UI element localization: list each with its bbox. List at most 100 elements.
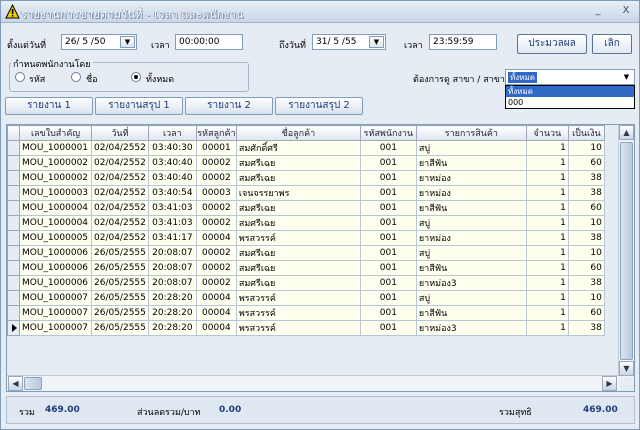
row-indicator[interactable] (7, 320, 20, 336)
table-row[interactable]: MOU_1000004 02/04/2552 03:41:03 00002 สมศรีเ… (7, 215, 605, 231)
table-cell[interactable]: 001 (359, 185, 417, 201)
table-cell[interactable]: 1 (525, 140, 569, 156)
table-cell[interactable]: 00004 (195, 290, 237, 306)
calendar-dropdown-icon[interactable]: ▼ (120, 36, 135, 48)
table-cell[interactable]: 1 (525, 320, 569, 336)
table-cell[interactable]: สมศรีเฉย (235, 200, 361, 216)
table-cell[interactable]: 1 (525, 290, 569, 306)
column-header[interactable]: รายการสินค้า (415, 125, 527, 141)
table-cell[interactable]: ยาหม่อง3 (415, 320, 527, 336)
horizontal-scrollbar[interactable]: ◀ ▶ (7, 375, 619, 391)
table-cell[interactable]: ยาหม่อง (415, 170, 527, 186)
table-cell[interactable]: 1 (525, 215, 569, 231)
table-cell[interactable]: 02/04/2552 (91, 170, 149, 186)
table-cell[interactable]: สมศรีเฉย (235, 155, 361, 171)
row-indicator[interactable] (7, 185, 20, 201)
table-cell[interactable]: 10 (567, 290, 605, 306)
table-cell[interactable]: MOU_1000006 (19, 260, 92, 276)
table-cell[interactable]: 1 (525, 185, 569, 201)
table-cell[interactable]: 001 (359, 305, 417, 321)
table-cell[interactable]: พรสวรรค์ (235, 230, 361, 246)
table-cell[interactable]: MOU_1000003 (19, 185, 92, 201)
table-cell[interactable]: 02/04/2552 (91, 200, 149, 216)
table-cell[interactable]: MOU_1000006 (19, 275, 92, 291)
table-cell[interactable]: 00003 (195, 185, 237, 201)
table-cell[interactable]: 20:28:20 (147, 305, 197, 321)
scroll-up-icon[interactable]: ▲ (619, 125, 634, 140)
table-cell[interactable]: สมศรีเฉย (235, 245, 361, 261)
table-cell[interactable]: 02/04/2552 (91, 140, 149, 156)
table-cell[interactable]: ยาสีฟัน (415, 200, 527, 216)
table-cell[interactable]: MOU_1000002 (19, 170, 92, 186)
table-cell[interactable]: 001 (359, 170, 417, 186)
table-cell[interactable]: 001 (359, 290, 417, 306)
row-indicator[interactable] (7, 140, 20, 156)
table-row[interactable]: MOU_1000005 02/04/2552 03:41:17 00004 พรสวรร… (7, 230, 605, 246)
close-icon[interactable]: X (619, 5, 633, 18)
table-cell[interactable]: สบู่ (415, 290, 527, 306)
row-indicator[interactable] (7, 230, 20, 246)
process-button[interactable]: ประมวลผล (517, 34, 587, 54)
table-cell[interactable]: ยาหม่อง (415, 185, 527, 201)
table-cell[interactable]: 26/05/2555 (91, 275, 149, 291)
row-indicator[interactable] (7, 170, 20, 186)
table-cell[interactable]: 38 (567, 170, 605, 186)
row-indicator[interactable] (7, 290, 20, 306)
table-cell[interactable]: สบู่ (415, 245, 527, 261)
table-cell[interactable]: MOU_1000004 (19, 215, 92, 231)
table-cell[interactable]: 20:28:20 (147, 320, 197, 336)
table-cell[interactable]: เจนจรรยาพร (235, 185, 361, 201)
row-indicator[interactable] (7, 200, 20, 216)
table-cell[interactable]: 001 (359, 230, 417, 246)
vertical-scroll-thumb[interactable] (620, 142, 633, 360)
table-cell[interactable]: 03:41:03 (147, 200, 197, 216)
table-cell[interactable]: 10 (567, 140, 605, 156)
table-cell[interactable]: 03:41:03 (147, 215, 197, 231)
table-cell[interactable]: 001 (359, 215, 417, 231)
table-cell[interactable]: 1 (525, 170, 569, 186)
table-cell[interactable]: 001 (359, 275, 417, 291)
column-header[interactable]: รหัสลูกค้า (195, 125, 237, 141)
report-2-button[interactable]: รายงาน 2 (185, 97, 273, 115)
table-cell[interactable]: 38 (567, 230, 605, 246)
column-header[interactable]: เวลา (147, 125, 197, 141)
end-time-field[interactable]: 23:59:59 (429, 34, 497, 50)
table-row[interactable]: MOU_1000002 02/04/2552 03:40:40 00002 สมศรีเ… (7, 170, 605, 186)
table-row[interactable]: MOU_1000001 02/04/2552 03:40:30 00001 สมศักด… (7, 140, 605, 156)
radio-by-code[interactable] (15, 72, 25, 82)
table-cell[interactable]: MOU_1000001 (19, 140, 92, 156)
table-cell[interactable]: 03:40:54 (147, 185, 197, 201)
table-cell[interactable]: MOU_1000007 (19, 320, 92, 336)
scroll-down-icon[interactable]: ▼ (619, 361, 634, 376)
table-row[interactable]: MOU_1000007 26/05/2555 20:28:20 00004 พรสวรร… (7, 290, 605, 306)
chevron-down-icon[interactable]: ▼ (620, 71, 633, 83)
table-cell[interactable]: สบู่ (415, 215, 527, 231)
table-cell[interactable]: สมศรีเฉย (235, 170, 361, 186)
table-row[interactable]: MOU_1000007 26/05/2555 20:28:20 00004 พรสวรร… (7, 320, 605, 336)
table-cell[interactable]: 10 (567, 245, 605, 261)
table-cell[interactable]: 1 (525, 305, 569, 321)
radio-by-name[interactable] (71, 72, 81, 82)
table-row[interactable]: MOU_1000003 02/04/2552 03:40:54 00003 เจนจรร… (7, 185, 605, 201)
calendar-dropdown-icon[interactable]: ▼ (369, 36, 384, 48)
table-cell[interactable]: 001 (359, 260, 417, 276)
table-cell[interactable]: 10 (567, 215, 605, 231)
table-cell[interactable]: 1 (525, 155, 569, 171)
table-cell[interactable]: 38 (567, 275, 605, 291)
start-time-field[interactable]: 00:00:00 (175, 34, 243, 50)
row-indicator[interactable] (7, 260, 20, 276)
table-cell[interactable]: ยาสีฟัน (415, 260, 527, 276)
row-indicator[interactable] (7, 275, 20, 291)
table-cell[interactable]: MOU_1000002 (19, 155, 92, 171)
column-header[interactable]: รหัสพนักงาน (359, 125, 417, 141)
exit-button[interactable]: เลิก (592, 34, 632, 54)
row-indicator[interactable] (7, 155, 20, 171)
table-cell[interactable]: 26/05/2555 (91, 320, 149, 336)
table-cell[interactable]: 1 (525, 275, 569, 291)
table-row[interactable]: MOU_1000006 26/05/2555 20:08:07 00002 สมศรีเ… (7, 260, 605, 276)
table-cell[interactable]: 60 (567, 200, 605, 216)
radio-all[interactable] (131, 72, 141, 82)
column-header[interactable]: เลขใบสำคัญ (19, 125, 92, 141)
table-cell[interactable]: 00002 (195, 275, 237, 291)
column-header[interactable]: วันที่ (91, 125, 149, 141)
